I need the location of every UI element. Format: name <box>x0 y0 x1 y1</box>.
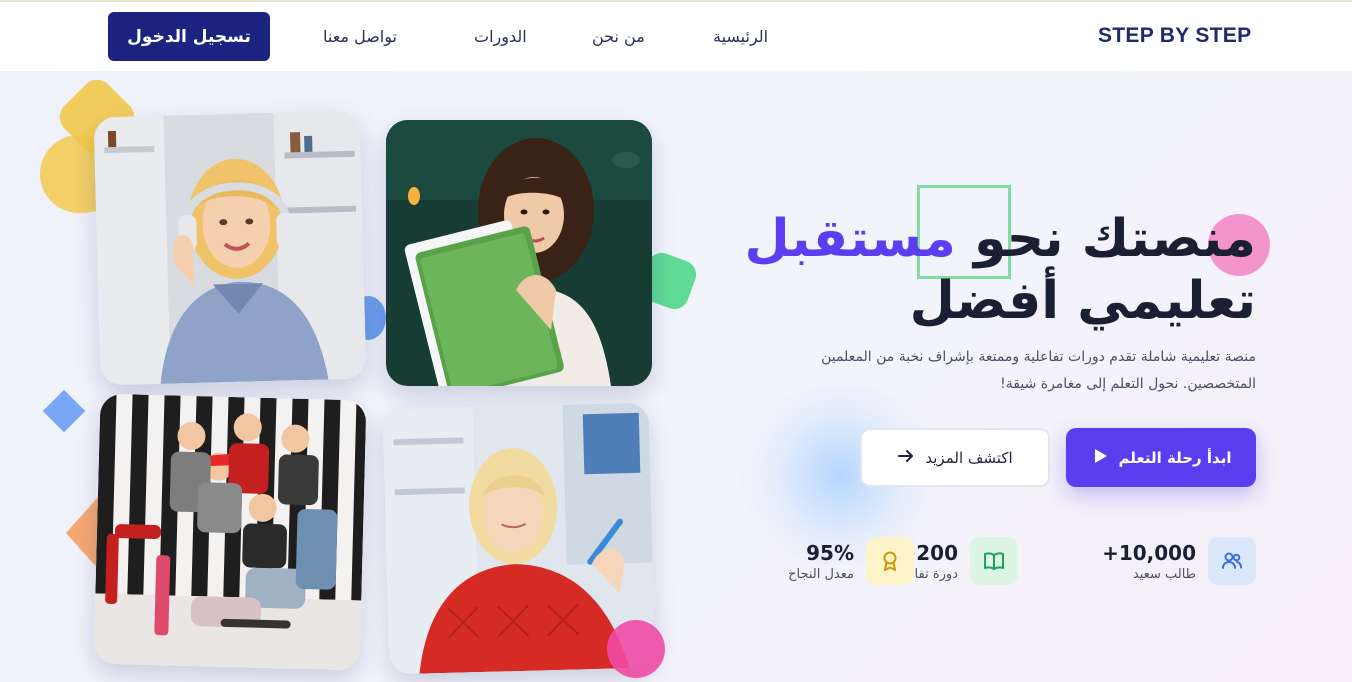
stat-success-label: معدل النجاح <box>788 566 854 582</box>
award-icon <box>866 537 914 585</box>
stat-success: 95% معدل النجاح <box>788 537 914 585</box>
stat-students-value: +10,000 <box>1102 540 1196 565</box>
book-icon <box>970 537 1018 585</box>
hero-title-line2: تعليمي أفضل <box>909 271 1256 331</box>
arrow-right-icon <box>897 447 915 469</box>
pink-circle-bottom-shape <box>607 620 665 678</box>
nav-link-courses[interactable]: الدورات <box>474 27 527 46</box>
users-icon <box>1208 537 1256 585</box>
nav-link-about[interactable]: من نحن <box>592 27 645 46</box>
start-learning-label: ابدأ رحلة التعلم <box>1118 448 1232 467</box>
start-learning-button[interactable]: ابدأ رحلة التعلم <box>1066 428 1256 487</box>
explore-more-label: اكتشف المزيد <box>925 448 1013 467</box>
photo-woman-headphones <box>93 110 367 386</box>
blue-diamond-shape <box>42 389 86 433</box>
photo-card-kids <box>93 393 367 671</box>
stat-students-label: طالب سعيد <box>1132 566 1196 582</box>
nav-link-home[interactable]: الرئيسية <box>713 27 768 46</box>
hero-title-part1: منصتك نحو <box>955 209 1256 269</box>
stat-students: +10,000 طالب سعيد <box>1102 537 1256 585</box>
photo-kids-group <box>93 393 367 671</box>
stat-success-value: 95% <box>806 540 854 565</box>
hero-title: منصتك نحو مستقبل تعليمي أفضل <box>736 208 1256 332</box>
navbar: STEP BY STEP الرئيسية من نحن الدورات توا… <box>0 2 1352 71</box>
brand-logo[interactable]: STEP BY STEP <box>1098 24 1251 48</box>
hero-description: منصة تعليمية شاملة تقدم دورات تفاعلية وم… <box>821 349 1256 392</box>
orange-triangle-shape <box>66 495 100 571</box>
play-icon <box>1091 447 1109 469</box>
photo-woman-notebook <box>386 120 652 386</box>
nav-link-contact[interactable]: تواصل معنا <box>323 27 397 46</box>
login-button[interactable]: تسجيل الدخول <box>108 12 270 61</box>
photo-card-notebook <box>386 120 652 386</box>
explore-more-button[interactable]: اكتشف المزيد <box>860 428 1050 487</box>
hero-title-accent: مستقبل <box>744 209 956 269</box>
photo-card-headphones <box>93 110 367 386</box>
